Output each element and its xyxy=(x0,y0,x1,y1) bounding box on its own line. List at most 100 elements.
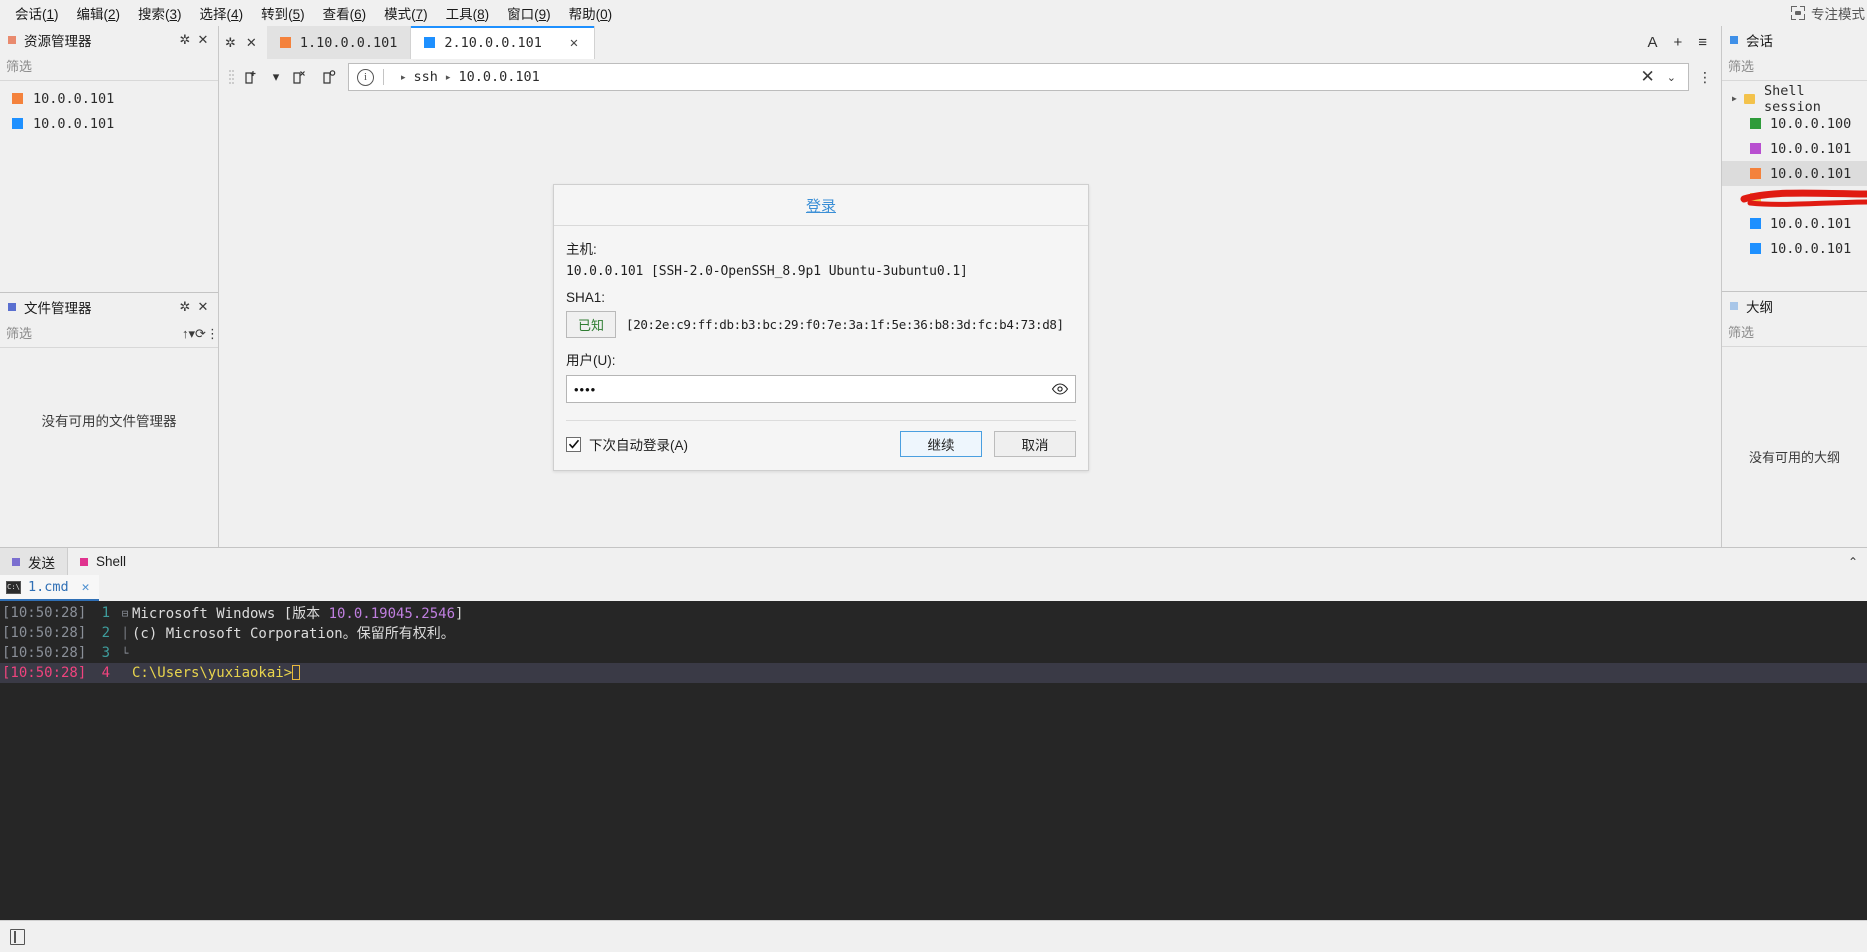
send-marker-icon xyxy=(12,557,20,566)
tab-1[interactable]: 1.10.0.0.101 xyxy=(266,26,412,59)
session-item-2[interactable]: 10.0.0.101 xyxy=(1722,161,1867,186)
session-color-icon xyxy=(1750,168,1761,179)
outline-panel: 大纲 没有可用的大纲 xyxy=(1722,292,1867,547)
explorer-item-1[interactable]: 10.0.0.101 xyxy=(0,111,218,136)
autologin-checkbox[interactable] xyxy=(566,436,581,452)
tab-2[interactable]: 2.10.0.0.101 ✕ xyxy=(411,26,595,59)
bottom-tab-send[interactable]: 发送 xyxy=(0,548,68,575)
breadcrumb-scheme[interactable]: ssh xyxy=(414,69,438,85)
session-item-label: 10.0.0.101 xyxy=(1770,240,1852,257)
show-password-icon[interactable] xyxy=(1051,382,1069,396)
address-more-icon[interactable]: ⋮ xyxy=(1695,69,1715,86)
center-pane: ✲ ✕ 1.10.0.0.101 2.10.0.0.101 ✕ A + ≡ ▾ … xyxy=(219,26,1721,547)
filemanager-close-icon[interactable]: ✕ xyxy=(194,298,212,316)
terminal-caret xyxy=(292,665,301,680)
outline-marker-icon xyxy=(1730,301,1738,310)
menu-item-select[interactable]: 选择(4) xyxy=(191,1,253,25)
menu-item-goto[interactable]: 转到(5) xyxy=(252,1,314,25)
explorer-item-label: 10.0.0.101 xyxy=(33,115,115,132)
address-input[interactable]: i ▸ ssh ▸ 10.0.0.101 ✕ ⌄ xyxy=(348,63,1689,91)
bottom-tab-label: Shell xyxy=(96,554,127,569)
menu-item-session[interactable]: 会话(1) xyxy=(6,1,68,25)
filemanager-filter-input[interactable] xyxy=(2,326,182,341)
terminal-timestamp: [10:50:28] xyxy=(2,665,87,681)
toolbar-grip-handle[interactable] xyxy=(229,67,234,87)
info-icon[interactable]: i xyxy=(357,68,374,86)
menu-item-mode[interactable]: 模式(7) xyxy=(375,1,437,25)
fold-toggle-icon[interactable]: ⊟ xyxy=(118,607,132,620)
file-tab-close-icon[interactable]: ✕ xyxy=(82,580,90,595)
autologin-checkbox-row[interactable]: 下次自动登录(A) xyxy=(566,434,688,454)
bottom-tab-strip: 发送 Shell ⌃ xyxy=(0,548,1867,575)
tab-label: 2.10.0.0.101 xyxy=(444,34,542,51)
tab-close-icon[interactable]: ✕ xyxy=(567,35,581,51)
book-icon[interactable] xyxy=(10,928,25,945)
menu-item-edit[interactable]: 编辑(2) xyxy=(68,1,130,25)
terminal-timestamp: [10:50:28] xyxy=(2,645,87,661)
tab-close-all-icon[interactable]: ✕ xyxy=(246,35,257,51)
cmd-icon: C:\ xyxy=(6,580,21,594)
close-session-icon[interactable] xyxy=(288,65,312,89)
address-clear-icon[interactable]: ✕ xyxy=(1635,67,1661,87)
menu-item-help[interactable]: 帮助(0) xyxy=(560,1,622,25)
menu-item-search[interactable]: 搜索(3) xyxy=(129,1,191,25)
session-item-3-redacted[interactable] xyxy=(1722,186,1867,211)
session-canvas: 登录 主机: 10.0.0.101 [SSH-2.0-OpenSSH_8.9p1… xyxy=(219,95,1721,547)
host-label: 主机: xyxy=(566,242,597,257)
menu-item-view[interactable]: 查看(6) xyxy=(314,1,376,25)
continue-button[interactable]: 继续 xyxy=(900,431,982,457)
cancel-button[interactable]: 取消 xyxy=(994,431,1076,457)
explorer-settings-icon[interactable]: ✲ xyxy=(176,31,194,49)
tab-list-menu-button[interactable]: ≡ xyxy=(1698,35,1707,50)
file-tab-1cmd[interactable]: C:\ 1.cmd ✕ xyxy=(0,575,100,601)
focus-mode-button[interactable]: 专注模式 xyxy=(1791,0,1867,26)
session-item-0[interactable]: 10.0.0.100 xyxy=(1722,111,1867,136)
sessions-header: 会话 xyxy=(1722,26,1867,53)
address-dropdown-icon[interactable]: ⌄ xyxy=(1661,71,1682,84)
chevron-right-icon[interactable]: ▶ xyxy=(1732,94,1742,103)
breadcrumb-host[interactable]: 10.0.0.101 xyxy=(458,69,539,85)
session-item-4[interactable]: 10.0.0.101 xyxy=(1722,211,1867,236)
menu-item-window[interactable]: 窗口(9) xyxy=(498,1,560,25)
outline-empty-text: 没有可用的大纲 xyxy=(1748,450,1840,465)
filemanager-header: 文件管理器 ✲ ✕ xyxy=(0,293,218,320)
password-input[interactable] xyxy=(566,375,1076,403)
password-field-wrap xyxy=(566,375,1076,403)
terminal-output[interactable]: [10:50:28] 1 ⊟ Microsoft Windows [版本 10.… xyxy=(0,601,1867,920)
filemanager-refresh-icon[interactable]: ⟳ xyxy=(195,325,206,343)
explorer-close-icon[interactable]: ✕ xyxy=(194,31,212,49)
terminal-line-number: 2 xyxy=(101,625,110,641)
terminal-scrollbar[interactable] xyxy=(1857,601,1867,920)
check-icon xyxy=(568,439,579,449)
filemanager-settings-icon[interactable]: ✲ xyxy=(176,298,194,316)
focus-mode-icon xyxy=(1791,6,1805,20)
duplicate-session-icon[interactable] xyxy=(318,65,342,89)
terminal-line: [10:50:28] 3 └ xyxy=(0,643,1867,663)
login-dialog: 登录 主机: 10.0.0.101 [SSH-2.0-OpenSSH_8.9p1… xyxy=(553,184,1089,471)
new-tab-button[interactable]: + xyxy=(1673,35,1682,50)
session-item-5[interactable]: 10.0.0.101 xyxy=(1722,236,1867,261)
outline-filter-input[interactable] xyxy=(1724,325,1867,340)
explorer-item-0[interactable]: 10.0.0.101 xyxy=(0,86,218,111)
collapse-panel-icon[interactable]: ⌃ xyxy=(1839,548,1867,575)
login-dialog-body: 主机: 10.0.0.101 [SSH-2.0-OpenSSH_8.9p1 Ub… xyxy=(554,226,1088,421)
sessions-group-shell[interactable]: ▶ Shell session xyxy=(1722,83,1867,115)
menu-item-tools[interactable]: 工具(8) xyxy=(437,1,499,25)
bottom-tab-shell[interactable]: Shell xyxy=(68,548,138,575)
new-session-dropdown-icon[interactable]: ▾ xyxy=(270,65,282,89)
explorer-marker-icon xyxy=(8,35,16,44)
breadcrumb-arrow-icon: ▸ xyxy=(401,71,406,82)
known-host-button[interactable]: 已知 xyxy=(566,311,617,338)
terminal-file-tabs: C:\ 1.cmd ✕ xyxy=(0,575,1867,601)
font-size-button[interactable]: A xyxy=(1647,35,1657,50)
explorer-filter-input[interactable] xyxy=(2,59,212,74)
sessions-filter-input[interactable] xyxy=(1724,59,1867,74)
bottom-tab-label: 发送 xyxy=(28,555,55,571)
new-session-icon[interactable] xyxy=(240,65,264,89)
filemanager-more-icon[interactable]: ⋮ xyxy=(206,325,219,343)
terminal-line: [10:50:28] 2 │ (c) Microsoft Corporation… xyxy=(0,623,1867,643)
right-dock: 会话 ▶ Shell session 10.0.0.100 xyxy=(1721,26,1867,547)
tab-settings-icon[interactable]: ✲ xyxy=(225,35,236,51)
terminal-prompt-text: C:\Users\yuxiaokai> xyxy=(132,665,301,681)
session-item-1[interactable]: 10.0.0.101 xyxy=(1722,136,1867,161)
